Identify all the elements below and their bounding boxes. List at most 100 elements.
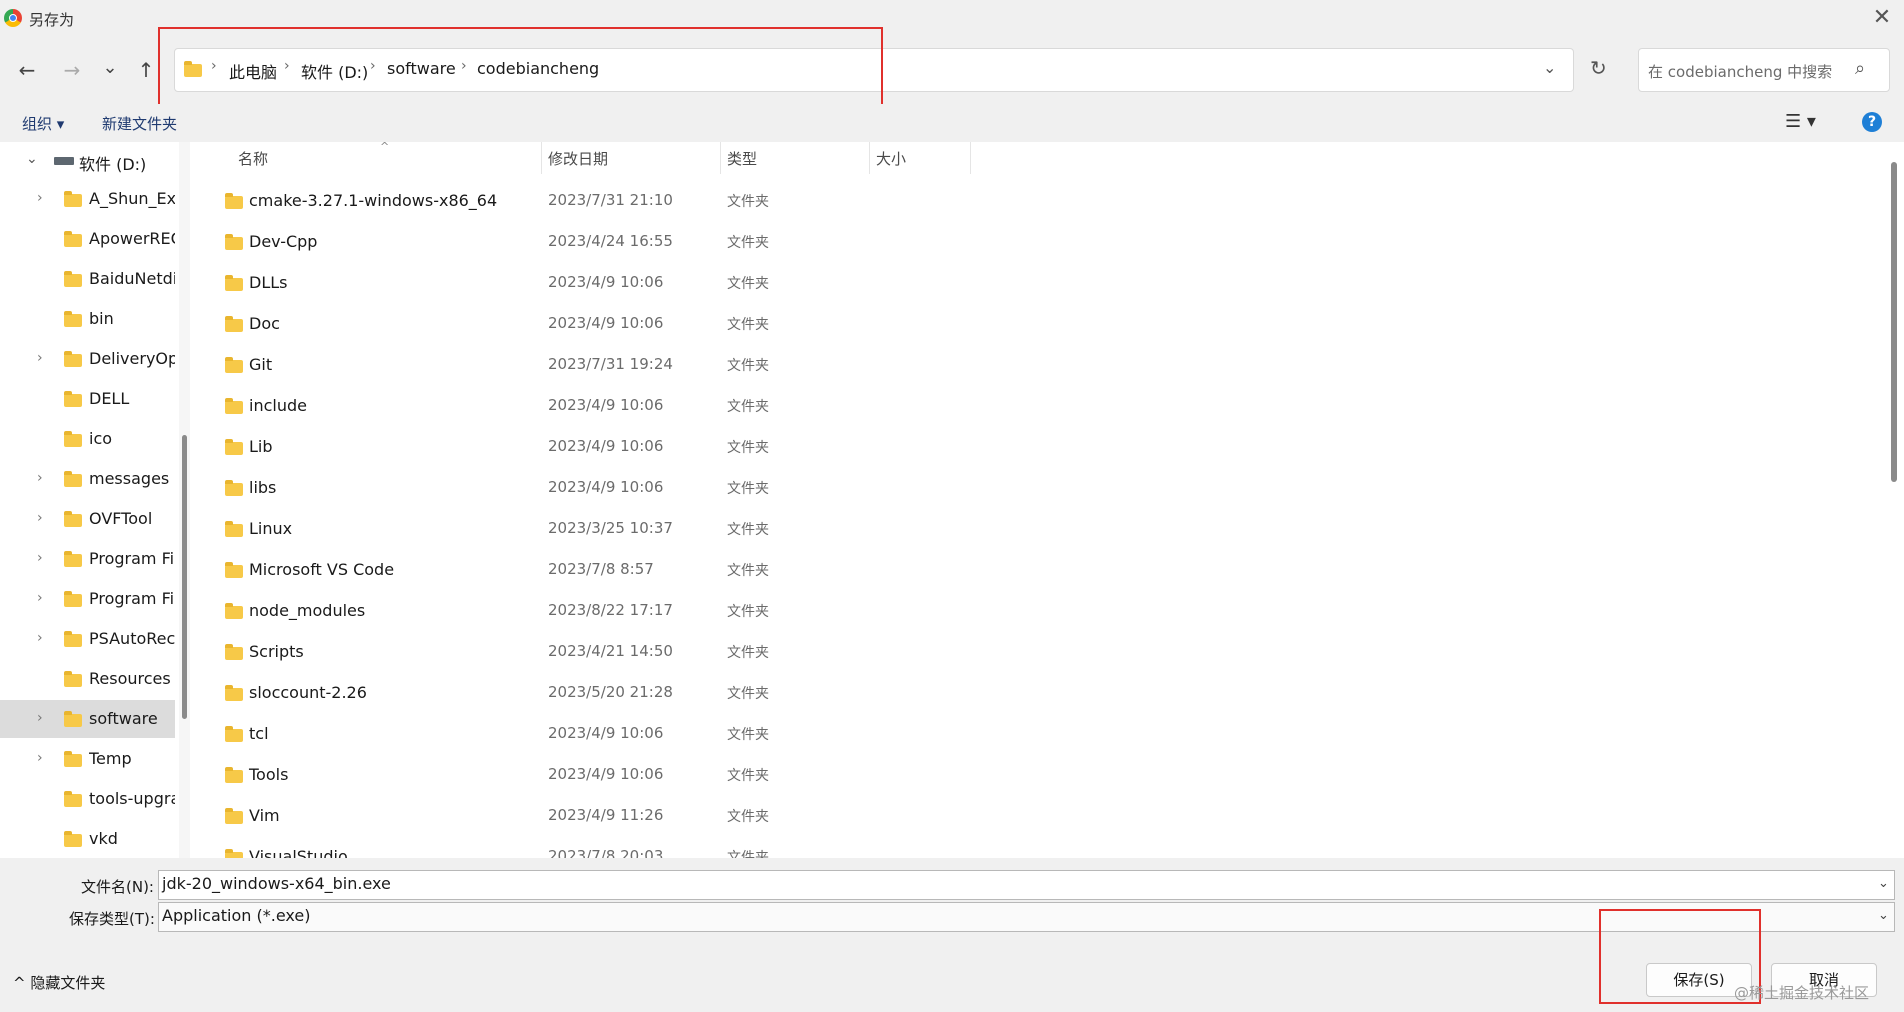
view-options-icon[interactable]: ☰ ▾ bbox=[1785, 111, 1816, 132]
refresh-icon[interactable]: ↻ bbox=[1590, 56, 1607, 80]
file-row[interactable]: node_modules 2023/8/22 17:17 文件夹 bbox=[198, 592, 958, 632]
file-row[interactable]: VisualStudio 2023/7/8 20:03 文件夹 bbox=[198, 838, 958, 858]
file-row[interactable]: include 2023/4/9 10:06 文件夹 bbox=[198, 387, 958, 427]
file-row[interactable]: Lib 2023/4/9 10:06 文件夹 bbox=[198, 428, 958, 468]
file-row[interactable]: sloccount-2.26 2023/5/20 21:28 文件夹 bbox=[198, 674, 958, 714]
file-row[interactable]: tcl 2023/4/9 10:06 文件夹 bbox=[198, 715, 958, 755]
file-row[interactable]: Git 2023/7/31 19:24 文件夹 bbox=[198, 346, 958, 386]
file-name[interactable]: libs bbox=[249, 478, 276, 497]
chevron-right-icon[interactable]: › bbox=[37, 510, 43, 526]
column-divider[interactable] bbox=[970, 142, 971, 174]
sidebar-item-folder[interactable]: vkd bbox=[0, 820, 175, 858]
filename-field[interactable] bbox=[158, 870, 1895, 900]
folder-icon bbox=[225, 808, 243, 824]
chevron-right-icon[interactable]: › bbox=[37, 590, 43, 606]
filetype-value[interactable]: Application (*.exe) bbox=[162, 906, 310, 925]
folder-icon bbox=[225, 644, 243, 660]
address-dropdown-icon[interactable]: ⌄ bbox=[1543, 58, 1556, 77]
sidebar-item-folder[interactable]: › DeliveryOpt bbox=[0, 340, 175, 378]
sidebar-item-folder[interactable]: › messages bbox=[0, 460, 175, 498]
close-icon[interactable]: ✕ bbox=[1868, 4, 1896, 32]
file-list-scrollbar-thumb[interactable] bbox=[1891, 162, 1897, 482]
file-name[interactable]: sloccount-2.26 bbox=[249, 683, 367, 702]
filename-value[interactable]: jdk-20_windows-x64_bin.exe bbox=[162, 874, 391, 893]
column-header-size[interactable]: 大小 bbox=[876, 148, 906, 169]
column-divider[interactable] bbox=[869, 142, 870, 174]
chevron-right-icon[interactable]: › bbox=[37, 750, 43, 766]
drive-icon bbox=[54, 157, 74, 165]
column-header-name[interactable]: 名称 bbox=[238, 148, 268, 169]
file-row[interactable]: Doc 2023/4/9 10:06 文件夹 bbox=[198, 305, 958, 345]
folder-icon bbox=[225, 685, 243, 701]
column-header-type[interactable]: 类型 bbox=[727, 148, 757, 169]
sidebar-item-folder[interactable]: › Temp bbox=[0, 740, 175, 778]
file-name[interactable]: node_modules bbox=[249, 601, 365, 620]
sidebar-item-folder[interactable]: › Program File bbox=[0, 540, 175, 578]
sidebar-scrollbar-thumb[interactable] bbox=[182, 435, 187, 719]
annotation-highlight-path bbox=[158, 27, 883, 115]
sidebar-item-folder[interactable]: › software bbox=[0, 700, 175, 738]
new-folder-button[interactable]: 新建文件夹 bbox=[102, 113, 177, 134]
sidebar-item-folder[interactable]: › A_Shun_Exc bbox=[0, 180, 175, 218]
file-name[interactable]: Linux bbox=[249, 519, 292, 538]
chevron-down-icon[interactable]: ⌄ bbox=[26, 151, 38, 167]
file-name[interactable]: Dev-Cpp bbox=[249, 232, 317, 251]
file-row[interactable]: libs 2023/4/9 10:06 文件夹 bbox=[198, 469, 958, 509]
file-row[interactable]: DLLs 2023/4/9 10:06 文件夹 bbox=[198, 264, 958, 304]
chevron-right-icon[interactable]: › bbox=[37, 550, 43, 566]
file-name[interactable]: Lib bbox=[249, 437, 273, 456]
sidebar-item-folder[interactable]: Resources bbox=[0, 660, 175, 698]
sidebar-item-folder[interactable]: DELL bbox=[0, 380, 175, 418]
chevron-right-icon[interactable]: › bbox=[37, 710, 43, 726]
sidebar-item-folder[interactable]: › PSAutoReco bbox=[0, 620, 175, 658]
sidebar-item-folder[interactable]: BaiduNetdis bbox=[0, 260, 175, 298]
folder-icon bbox=[225, 767, 243, 783]
sidebar-item-folder[interactable]: tools-upgra bbox=[0, 780, 175, 818]
file-row[interactable]: Tools 2023/4/9 10:06 文件夹 bbox=[198, 756, 958, 796]
file-name[interactable]: tcl bbox=[249, 724, 269, 743]
column-divider[interactable] bbox=[541, 142, 542, 174]
file-name[interactable]: Scripts bbox=[249, 642, 304, 661]
file-row[interactable]: Scripts 2023/4/21 14:50 文件夹 bbox=[198, 633, 958, 673]
sidebar-item-label: Temp bbox=[89, 749, 132, 768]
filename-dropdown-icon[interactable]: ⌄ bbox=[1878, 876, 1889, 891]
file-row[interactable]: Microsoft VS Code 2023/7/8 8:57 文件夹 bbox=[198, 551, 958, 591]
filetype-dropdown-icon[interactable]: ⌄ bbox=[1878, 908, 1889, 923]
file-name[interactable]: DLLs bbox=[249, 273, 287, 292]
sidebar-item-label: OVFTool bbox=[89, 509, 153, 528]
file-name[interactable]: Microsoft VS Code bbox=[249, 560, 394, 579]
file-name[interactable]: Doc bbox=[249, 314, 280, 333]
chevron-right-icon[interactable]: › bbox=[37, 190, 43, 206]
forward-arrow-icon[interactable]: → bbox=[56, 54, 88, 86]
sidebar-item-folder[interactable]: ApowerREC bbox=[0, 220, 175, 258]
sidebar-item-folder[interactable]: › OVFTool bbox=[0, 500, 175, 538]
file-date: 2023/4/21 14:50 bbox=[548, 642, 673, 660]
file-name[interactable]: cmake-3.27.1-windows-x86_64 bbox=[249, 191, 497, 210]
organize-button[interactable]: 组织 ▾ bbox=[22, 113, 64, 134]
file-name[interactable]: Git bbox=[249, 355, 272, 374]
back-arrow-icon[interactable]: ← bbox=[11, 54, 43, 86]
sidebar-item-folder[interactable]: ico bbox=[0, 420, 175, 458]
file-row[interactable]: Linux 2023/3/25 10:37 文件夹 bbox=[198, 510, 958, 550]
chevron-right-icon[interactable]: › bbox=[37, 630, 43, 646]
sidebar-item-folder[interactable]: bin bbox=[0, 300, 175, 338]
sidebar-item-folder[interactable]: › Program File bbox=[0, 580, 175, 618]
file-name[interactable]: Tools bbox=[249, 765, 288, 784]
folder-icon bbox=[225, 480, 243, 496]
chevron-right-icon[interactable]: › bbox=[37, 470, 43, 486]
sidebar-item-drive-d[interactable]: ⌄ 软件 (D:) bbox=[0, 142, 175, 180]
search-icon[interactable]: ⌕ bbox=[1855, 58, 1865, 79]
file-row[interactable]: Vim 2023/4/9 11:26 文件夹 bbox=[198, 797, 958, 837]
column-header-date[interactable]: 修改日期 bbox=[548, 148, 608, 169]
column-divider[interactable] bbox=[720, 142, 721, 174]
help-icon[interactable]: ? bbox=[1862, 112, 1882, 132]
chevron-right-icon[interactable]: › bbox=[37, 350, 43, 366]
file-row[interactable]: cmake-3.27.1-windows-x86_64 2023/7/31 21:… bbox=[198, 182, 958, 222]
folder-icon bbox=[64, 311, 82, 327]
hide-folders-toggle[interactable]: ^ 隐藏文件夹 bbox=[13, 972, 105, 993]
recent-locations-icon[interactable]: ⌄ bbox=[94, 52, 126, 84]
file-row[interactable]: Dev-Cpp 2023/4/24 16:55 文件夹 bbox=[198, 223, 958, 263]
file-name[interactable]: include bbox=[249, 396, 307, 415]
file-name[interactable]: Vim bbox=[249, 806, 280, 825]
file-name[interactable]: VisualStudio bbox=[249, 847, 348, 858]
